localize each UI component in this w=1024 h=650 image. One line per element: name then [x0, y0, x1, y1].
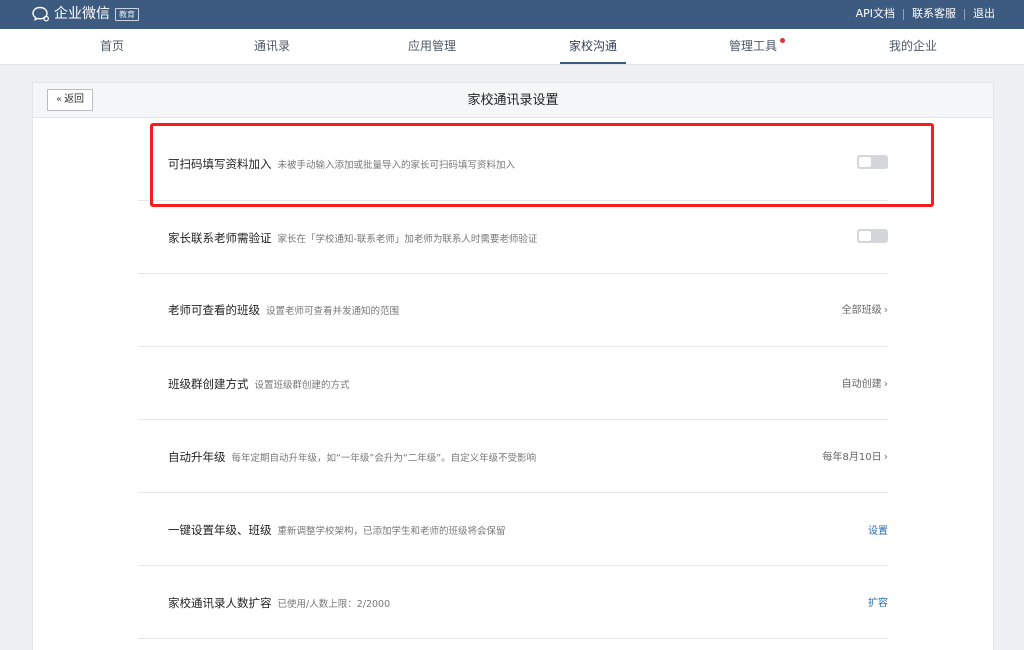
setting-row-parent-verify: 家长联系老师需验证 家长在「学校通知-联系老师」加老师为联系人时需要老师验证 [138, 201, 888, 274]
toggle-knob [859, 157, 871, 167]
app-name: 企业微信 [54, 6, 110, 22]
nav-home[interactable]: 首页 [52, 29, 172, 65]
parent-verify-toggle[interactable] [857, 229, 888, 243]
setting-row-one-click-setup: 一键设置年级、班级 重新调整学校架构，已添加学生和老师的班级将会保留 设置 [138, 493, 888, 566]
setting-row-group-creation: 班级群创建方式 设置班级群创建的方式 自动创建 › [138, 347, 888, 420]
setting-description: 未被手动输入添加或批量导入的家长可扫码填写资料加入 [277, 160, 516, 171]
setup-link[interactable]: 设置 [868, 522, 888, 537]
setting-title: 家长联系老师需验证 [168, 231, 272, 245]
setting-title: 班级群创建方式 [168, 377, 249, 391]
setting-description: 重新调整学校架构，已添加学生和老师的班级将会保留 [277, 526, 506, 537]
nav-contacts[interactable]: 通讯录 [212, 29, 332, 65]
divider [903, 8, 904, 20]
notification-dot [780, 38, 785, 43]
setting-title: 家校通讯录人数扩容 [168, 596, 272, 610]
setting-title: 可扫码填写资料加入 [168, 157, 272, 171]
setting-description: 每年定期自动升年级，如“一年级”会升为“二年级”。自定义年级不受影响 [231, 453, 537, 464]
wecom-logo-icon [32, 6, 50, 22]
setting-title: 老师可查看的班级 [168, 303, 260, 317]
setting-row-auto-promote: 自动升年级 每年定期自动升年级，如“一年级”会升为“二年级”。自定义年级不受影响 … [138, 420, 888, 493]
nav-my-enterprise[interactable]: 我的企业 [853, 29, 973, 65]
chevron-right-icon: › [883, 377, 888, 390]
nav-admin-tools[interactable]: 管理工具 [693, 29, 813, 65]
select-value: 全部班级 [841, 305, 882, 316]
settings-panel: « 返回 家校通讯录设置 可扫码填写资料加入 未被手动输入添加或批量导入的家长可扫… [32, 82, 994, 650]
setting-title: 自动升年级 [168, 450, 226, 464]
select-value: 每年8月10日 [822, 452, 882, 463]
scan-join-toggle[interactable] [857, 155, 888, 169]
toggle-knob [859, 231, 871, 241]
setting-description: 已使用/人数上限：2/2000 [277, 599, 391, 610]
setting-description: 设置老师可查看并发通知的范围 [266, 306, 400, 317]
expand-capacity-link[interactable]: 扩容 [868, 594, 888, 609]
nav-app-management[interactable]: 应用管理 [372, 29, 492, 65]
setting-row-capacity: 家校通讯录人数扩容 已使用/人数上限：2/2000 扩容 [138, 566, 888, 639]
setting-row-teacher-classes: 老师可查看的班级 设置老师可查看并发通知的范围 全部班级 › [138, 274, 888, 347]
setting-title: 一键设置年级、班级 [168, 523, 272, 537]
top-bar: 企业微信 教育 API文档 联系客服 退出 [0, 0, 1024, 29]
group-creation-select[interactable]: 自动创建 › [842, 375, 888, 390]
api-docs-link[interactable]: API文档 [856, 6, 895, 22]
page-title: 家校通讯录设置 [467, 93, 559, 108]
edition-badge: 教育 [115, 7, 139, 21]
main-nav: 首页 通讯录 应用管理 家校沟通 管理工具 我的企业 [0, 29, 1024, 65]
setting-row-scan-join: 可扫码填写资料加入 未被手动输入添加或批量导入的家长可扫码填写资料加入 [138, 128, 888, 201]
chevron-right-icon: › [883, 303, 888, 316]
auto-promote-select[interactable]: 每年8月10日 › [823, 448, 889, 463]
chevron-right-icon: › [883, 450, 888, 463]
setting-description: 设置班级群创建的方式 [254, 380, 350, 391]
select-value: 自动创建 [841, 379, 882, 390]
setting-description: 家长在「学校通知-联系老师」加老师为联系人时需要老师验证 [277, 234, 538, 245]
app-logo[interactable]: 企业微信 教育 [32, 4, 139, 24]
top-links: API文档 联系客服 退出 [856, 6, 995, 22]
panel-header: « 返回 家校通讯录设置 [33, 83, 993, 118]
divider [964, 8, 965, 20]
logout-link[interactable]: 退出 [973, 6, 995, 22]
nav-home-school[interactable]: 家校沟通 [533, 29, 653, 65]
contact-support-link[interactable]: 联系客服 [912, 6, 956, 22]
teacher-classes-select[interactable]: 全部班级 › [842, 301, 888, 316]
